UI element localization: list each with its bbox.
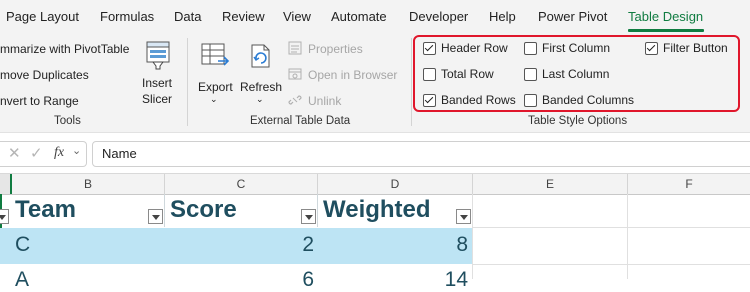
tab-developer[interactable]: Developer [409,9,468,24]
separator [187,38,188,126]
filter-button-label: Filter Button [663,41,728,55]
checkbox-last-column[interactable] [524,68,537,81]
external-table-data-label: External Table Data [250,115,351,127]
summarize-pivottable-button[interactable]: mmarize with PivotTable [0,42,129,56]
tab-help[interactable]: Help [489,9,516,24]
browser-icon [288,68,302,80]
tools-group-label: Tools [54,115,81,127]
insert-slicer-label-2: Slicer [142,92,173,106]
filter-dropdown-team[interactable] [148,209,163,224]
table-header-team[interactable]: Team [15,196,76,224]
unlink-label: Unlink [308,94,342,108]
open-in-browser-button[interactable]: Open in Browser [288,66,410,84]
filter-dropdown-a[interactable] [0,209,9,224]
first-column-checkbox[interactable]: First Column [524,41,634,57]
header-row-label: Header Row [441,41,508,55]
total-row-checkbox[interactable]: Total Row [423,67,523,83]
tab-formulas[interactable]: Formulas [100,9,154,24]
enter-icon[interactable]: ✓ [30,144,43,162]
gridline [627,194,628,279]
refresh-button[interactable]: Refresh ⌄ [238,40,282,110]
checkbox-banded-rows[interactable] [423,94,436,107]
unlink-icon [288,95,302,105]
column-headers: B C D E F [0,173,750,195]
banded-rows-label: Banded Rows [441,93,516,107]
first-column-label: First Column [542,41,611,55]
filter-dropdown-weighted[interactable] [456,209,471,224]
convert-to-range-button[interactable]: nvert to Range [0,94,79,108]
gridline [472,194,473,279]
table-cell-score[interactable]: 6 [250,268,314,292]
table-header-score[interactable]: Score [170,196,237,224]
checkbox-total-row[interactable] [423,68,436,81]
column-header-a[interactable] [0,174,12,194]
export-icon [201,43,230,66]
formula-bar: ✕ ✓ fx ⌄ Name [0,133,750,173]
column-header-d[interactable]: D [318,174,473,194]
table-cell-score[interactable]: 2 [250,233,314,257]
tab-table-design[interactable]: Table Design [628,9,703,24]
open-in-browser-label: Open in Browser [308,68,398,82]
insert-slicer-button[interactable]: Insert Slicer [138,40,178,110]
banded-columns-label: Banded Columns [542,93,635,107]
column-header-b[interactable]: B [12,174,165,194]
gridline [317,194,318,227]
tab-power-pivot[interactable]: Power Pivot [538,9,607,24]
tab-data[interactable]: Data [174,9,201,24]
banded-rows-checkbox[interactable]: Banded Rows [423,93,523,109]
filter-dropdown-score[interactable] [301,209,316,224]
export-label: Export [198,80,233,94]
header-row-checkbox[interactable]: Header Row [423,41,523,57]
unlink-button[interactable]: Unlink [288,92,368,110]
table-style-options-label: Table Style Options [528,115,628,127]
table-cell-team[interactable]: A [15,268,29,292]
tab-review[interactable]: Review [222,9,265,24]
table-cell-team[interactable]: C [15,233,30,257]
tab-page-layout[interactable]: Page Layout [6,9,79,24]
checkbox-first-column[interactable] [524,42,537,55]
properties-label: Properties [308,42,363,56]
table-header-weighted[interactable]: Weighted [323,196,431,224]
tab-view[interactable]: View [283,9,311,24]
gridline [473,264,750,265]
formula-value: Name [102,146,137,161]
export-button[interactable]: Export ⌄ [194,40,236,110]
banded-columns-checkbox[interactable]: Banded Columns [524,93,644,109]
column-header-f[interactable]: F [628,174,750,194]
checkbox-header-row[interactable] [423,42,436,55]
properties-icon [288,41,302,55]
ribbon-tab-bar: Page Layout Formulas Data Review View Au… [0,0,750,34]
table-cell-weighted[interactable]: 8 [400,233,468,257]
gridline [164,194,165,227]
formula-input[interactable]: Name [92,141,750,167]
fx-icon[interactable]: fx [54,145,64,161]
ribbon-body: mmarize with PivotTable move Duplicates … [0,34,750,133]
separator [411,38,412,126]
column-header-c[interactable]: C [165,174,318,194]
last-column-checkbox[interactable]: Last Column [524,67,634,83]
remove-duplicates-button[interactable]: move Duplicates [0,68,89,82]
gridline [473,227,750,228]
column-header-e[interactable]: E [473,174,628,194]
total-row-label: Total Row [441,67,494,81]
last-column-label: Last Column [542,67,610,81]
formula-controls: ✕ ✓ fx ⌄ [0,141,87,167]
active-tab-indicator [628,29,704,32]
cancel-icon[interactable]: ✕ [8,144,21,162]
filter-button-checkbox[interactable]: Filter Button [645,41,740,57]
insert-slicer-label-1: Insert [142,76,173,90]
fx-chevron-icon[interactable]: ⌄ [72,144,81,157]
checkbox-filter-button[interactable] [645,42,658,55]
tab-automate[interactable]: Automate [331,9,387,24]
refresh-label: Refresh [240,80,283,94]
properties-button[interactable]: Properties [288,40,408,58]
refresh-icon [251,44,270,68]
refresh-chevron-icon: ⌄ [256,94,264,104]
table-cell-weighted[interactable]: 14 [400,268,468,292]
export-chevron-icon: ⌄ [210,94,218,104]
slicer-icon [146,41,170,70]
checkbox-banded-columns[interactable] [524,94,537,107]
